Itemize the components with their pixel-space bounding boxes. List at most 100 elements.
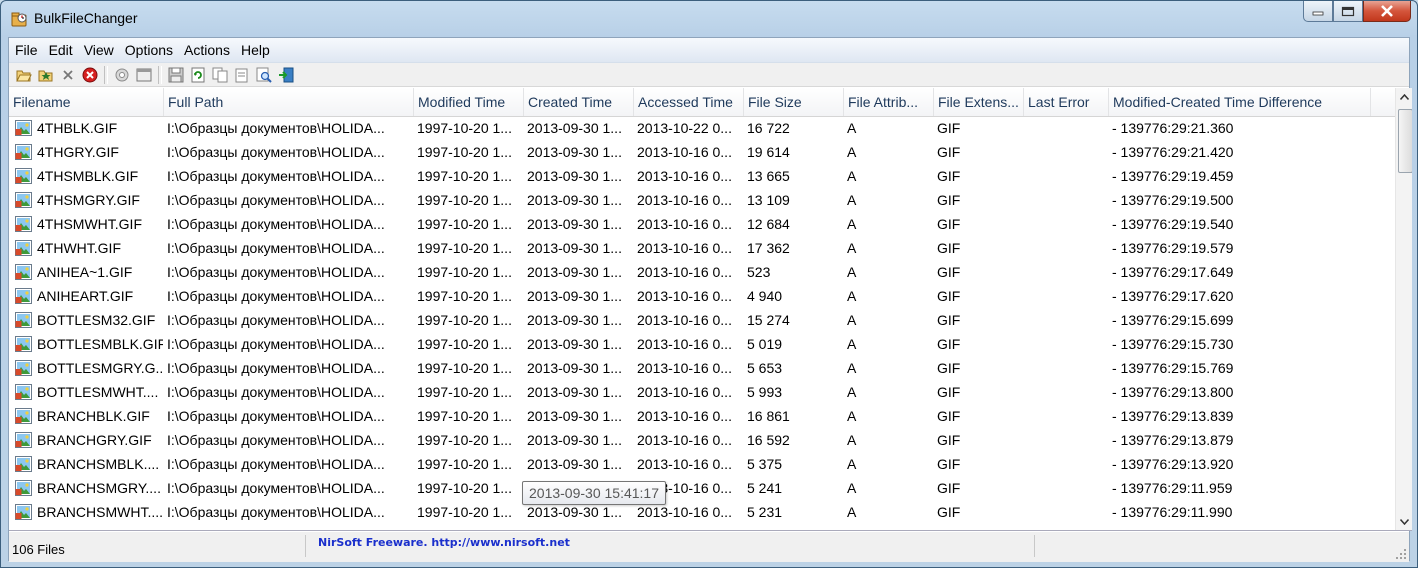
column-header-time-difference[interactable]: Modified-Created Time Difference bbox=[1109, 88, 1371, 116]
cell-last-error bbox=[1027, 404, 1107, 428]
cell-last-error bbox=[1027, 500, 1107, 524]
cell-modified-time: 1997-10-20 1... bbox=[417, 216, 512, 232]
cell-file-size: 12 684 bbox=[747, 216, 790, 232]
column-header-filename[interactable]: Filename bbox=[9, 88, 164, 116]
cell-created-time: 2013-09-30 1... bbox=[527, 408, 622, 424]
table-row[interactable]: BOTTLESMBLK.GIF I:\Образцы документов\HOL… bbox=[9, 332, 1395, 356]
cell-created-time: 2013-09-30 1... bbox=[527, 384, 622, 400]
table-row[interactable]: BRANCHGRY.GIF I:\Образцы документов\HOLID… bbox=[9, 428, 1395, 452]
menu-edit[interactable]: Edit bbox=[43, 42, 78, 58]
cell-full-path: I:\Образцы документов\HOLIDA... bbox=[167, 408, 385, 424]
menu-options[interactable]: Options bbox=[119, 42, 178, 58]
cell-file-extension: GIF bbox=[937, 432, 961, 448]
cell-file-attributes: A bbox=[847, 480, 857, 496]
minimize-button[interactable] bbox=[1303, 1, 1333, 22]
scroll-up-button[interactable] bbox=[1396, 88, 1412, 105]
cell-time-difference: - 139776:29:19.500 bbox=[1112, 192, 1234, 208]
window-button[interactable] bbox=[133, 65, 155, 85]
exit-button[interactable] bbox=[275, 65, 297, 85]
column-header-modified-time[interactable]: Modified Time bbox=[414, 88, 524, 116]
stop-icon bbox=[82, 67, 98, 82]
cell-file-size: 5 019 bbox=[747, 336, 783, 352]
column-header-accessed-time[interactable]: Accessed Time bbox=[634, 88, 744, 116]
table-row[interactable]: 4THWHT.GIF I:\Образцы документов\HOLIDA..… bbox=[9, 236, 1395, 260]
menu-view[interactable]: View bbox=[78, 42, 119, 58]
cell-filename: BOTTLESMWHT.... bbox=[37, 384, 159, 400]
table-row[interactable]: ANIHEA~1.GIF I:\Образцы документов\HOLIDA… bbox=[9, 260, 1395, 284]
cell-file-size: 16 592 bbox=[747, 432, 790, 448]
copy-icon bbox=[212, 67, 228, 82]
scroll-thumb[interactable] bbox=[1398, 109, 1412, 173]
cell-file-extension: GIF bbox=[937, 264, 961, 280]
cell-filename: 4THSMWHT.GIF bbox=[37, 216, 142, 232]
table-row[interactable]: 4THSMWHT.GIF I:\Образцы документов\HOLIDA… bbox=[9, 212, 1395, 236]
cell-last-error bbox=[1027, 212, 1107, 236]
table-row[interactable]: BRANCHSMBLK.... I:\Образцы документов\HOL… bbox=[9, 452, 1395, 476]
gif-image-icon bbox=[15, 312, 32, 328]
cell-last-error bbox=[1027, 164, 1107, 188]
cell-modified-time: 1997-10-20 1... bbox=[417, 456, 512, 472]
cell-file-extension: GIF bbox=[937, 216, 961, 232]
table-row[interactable]: 4THSMGRY.GIF I:\Образцы документов\HOLIDA… bbox=[9, 188, 1395, 212]
add-files-button[interactable] bbox=[35, 65, 57, 85]
cell-full-path: I:\Образцы документов\HOLIDA... bbox=[167, 384, 385, 400]
table-row[interactable]: BRANCHBLK.GIF I:\Образцы документов\HOLID… bbox=[9, 404, 1395, 428]
save-button[interactable] bbox=[165, 65, 187, 85]
close-button[interactable] bbox=[1363, 1, 1411, 22]
table-row[interactable]: 4THGRY.GIF I:\Образцы документов\HOLIDA..… bbox=[9, 140, 1395, 164]
cell-time-difference: - 139776:29:15.699 bbox=[1112, 312, 1234, 328]
table-row[interactable]: BOTTLESMGRY.G... I:\Образцы документов\HO… bbox=[9, 356, 1395, 380]
menu-bar: File Edit View Options Actions Help bbox=[9, 38, 1409, 63]
toolbar-separator bbox=[158, 65, 162, 84]
resize-grip-icon[interactable] bbox=[1395, 548, 1407, 560]
cell-accessed-time: 2013-10-16 0... bbox=[637, 168, 732, 184]
status-file-count: 106 Files bbox=[12, 542, 65, 557]
find-button[interactable] bbox=[253, 65, 275, 85]
column-header-file-size[interactable]: File Size bbox=[744, 88, 844, 116]
menu-actions[interactable]: Actions bbox=[178, 42, 235, 58]
table-row[interactable]: 4THBLK.GIF I:\Образцы документов\HOLIDA..… bbox=[9, 116, 1395, 140]
cell-modified-time: 1997-10-20 1... bbox=[417, 312, 512, 328]
title-bar[interactable]: BulkFileChanger bbox=[1, 1, 1417, 37]
open-folder-button[interactable] bbox=[13, 65, 35, 85]
cell-last-error bbox=[1027, 380, 1107, 404]
column-header-last-error[interactable]: Last Error bbox=[1024, 88, 1109, 116]
cell-last-error bbox=[1027, 308, 1107, 332]
save-icon bbox=[168, 67, 184, 82]
column-header-created-time[interactable]: Created Time bbox=[524, 88, 634, 116]
delete-button[interactable] bbox=[57, 65, 79, 85]
maximize-button[interactable] bbox=[1333, 1, 1363, 22]
column-header-full-path[interactable]: Full Path bbox=[164, 88, 414, 116]
menu-help[interactable]: Help bbox=[235, 42, 275, 58]
column-header-file-attributes[interactable]: File Attrib... bbox=[844, 88, 934, 116]
properties-button[interactable] bbox=[111, 65, 133, 85]
stop-button[interactable] bbox=[79, 65, 101, 85]
table-row[interactable]: BOTTLESM32.GIF I:\Образцы документов\HOLI… bbox=[9, 308, 1395, 332]
cell-full-path: I:\Образцы документов\HOLIDA... bbox=[167, 168, 385, 184]
refresh-button[interactable] bbox=[187, 65, 209, 85]
window-icon bbox=[136, 68, 152, 81]
app-icon bbox=[11, 12, 27, 27]
table-row[interactable]: BRANCHSMWHT.... I:\Образцы документов\HOL… bbox=[9, 500, 1395, 524]
cell-last-error bbox=[1027, 332, 1107, 356]
table-row[interactable]: 4THSMBLK.GIF I:\Образцы документов\HOLIDA… bbox=[9, 164, 1395, 188]
gif-image-icon bbox=[15, 264, 32, 280]
cell-file-extension: GIF bbox=[937, 192, 961, 208]
table-row[interactable]: BRANCHSMGRY.... I:\Образцы документов\HOL… bbox=[9, 476, 1395, 500]
vertical-scrollbar[interactable] bbox=[1395, 88, 1412, 530]
table-row[interactable]: BOTTLESMWHT.... I:\Образцы документов\HOL… bbox=[9, 380, 1395, 404]
cell-file-extension: GIF bbox=[937, 360, 961, 376]
copy-html-button[interactable] bbox=[231, 65, 253, 85]
cell-filename: ANIHEA~1.GIF bbox=[37, 264, 133, 280]
app-window: BulkFileChanger File Edit View Options A… bbox=[0, 0, 1418, 568]
cell-file-attributes: A bbox=[847, 216, 857, 232]
gif-image-icon bbox=[15, 120, 32, 136]
cell-full-path: I:\Образцы документов\HOLIDA... bbox=[167, 432, 385, 448]
file-list[interactable]: Filename Full Path Modified Time Created… bbox=[9, 88, 1412, 531]
scroll-down-button[interactable] bbox=[1396, 513, 1412, 530]
column-header-file-extension[interactable]: File Extens... bbox=[934, 88, 1024, 116]
copy-button[interactable] bbox=[209, 65, 231, 85]
table-row[interactable]: ANIHEART.GIF I:\Образцы документов\HOLIDA… bbox=[9, 284, 1395, 308]
menu-file[interactable]: File bbox=[9, 42, 43, 58]
nirsoft-link[interactable]: NirSoft Freeware. http://www.nirsoft.net bbox=[318, 536, 570, 549]
